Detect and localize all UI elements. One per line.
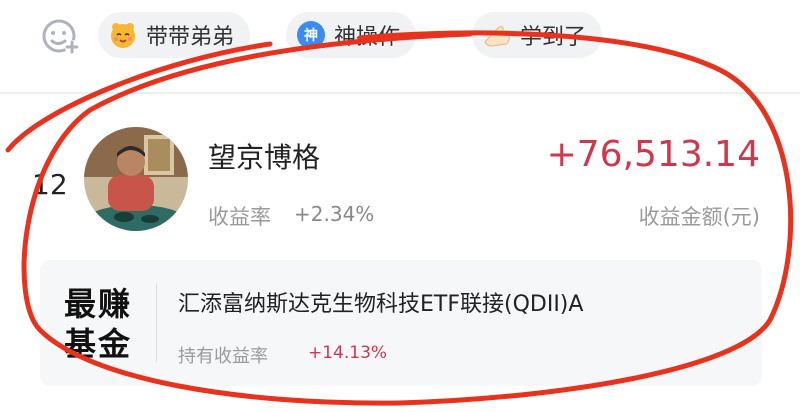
reaction-bar: 带带弟弟 神 神操作 学到了 [0, 0, 800, 70]
badge-line-1: 最赚 [64, 285, 133, 323]
shen-badge-icon: 神 [297, 21, 325, 49]
thumbs-up-icon [484, 26, 511, 47]
fund-return-label: 持有收益率 [178, 346, 268, 367]
cute-face-icon [111, 23, 135, 48]
badge-line-2: 基金 [64, 325, 133, 363]
rank-number: 12 [32, 168, 68, 201]
fund-name[interactable]: 汇添富纳斯达克生物科技ETF联接(QDII)A [178, 286, 583, 318]
avatar[interactable] [84, 127, 188, 231]
shen-badge-char: 神 [304, 27, 318, 44]
add-emoji-icon[interactable] [40, 16, 80, 56]
fund-return-value: +14.13% [308, 343, 388, 363]
reaction-label: 神操作 [334, 25, 401, 50]
badge-divider [156, 284, 157, 362]
profit-amount: +76,513.14 [546, 134, 760, 175]
best-fund-badge: 最赚 基金 [64, 284, 144, 364]
reaction-chip-shen[interactable]: 神 神操作 [286, 12, 417, 58]
profit-amount-label: 收益金额(元) [638, 205, 760, 229]
reaction-chip-xuedaole[interactable]: 学到了 [472, 12, 603, 58]
reaction-chip-didi[interactable]: 带带弟弟 [98, 12, 251, 58]
user-name[interactable]: 望京博格 [208, 136, 320, 176]
section-divider [0, 92, 800, 94]
return-rate-value: +2.34% [294, 202, 375, 226]
return-rate-label: 收益率 [208, 205, 271, 229]
reaction-label: 学到了 [520, 25, 587, 50]
best-fund-card[interactable]: 最赚 基金 汇添富纳斯达克生物科技ETF联接(QDII)A 持有收益率 +14.… [40, 260, 762, 386]
reaction-label: 带带弟弟 [146, 25, 235, 50]
